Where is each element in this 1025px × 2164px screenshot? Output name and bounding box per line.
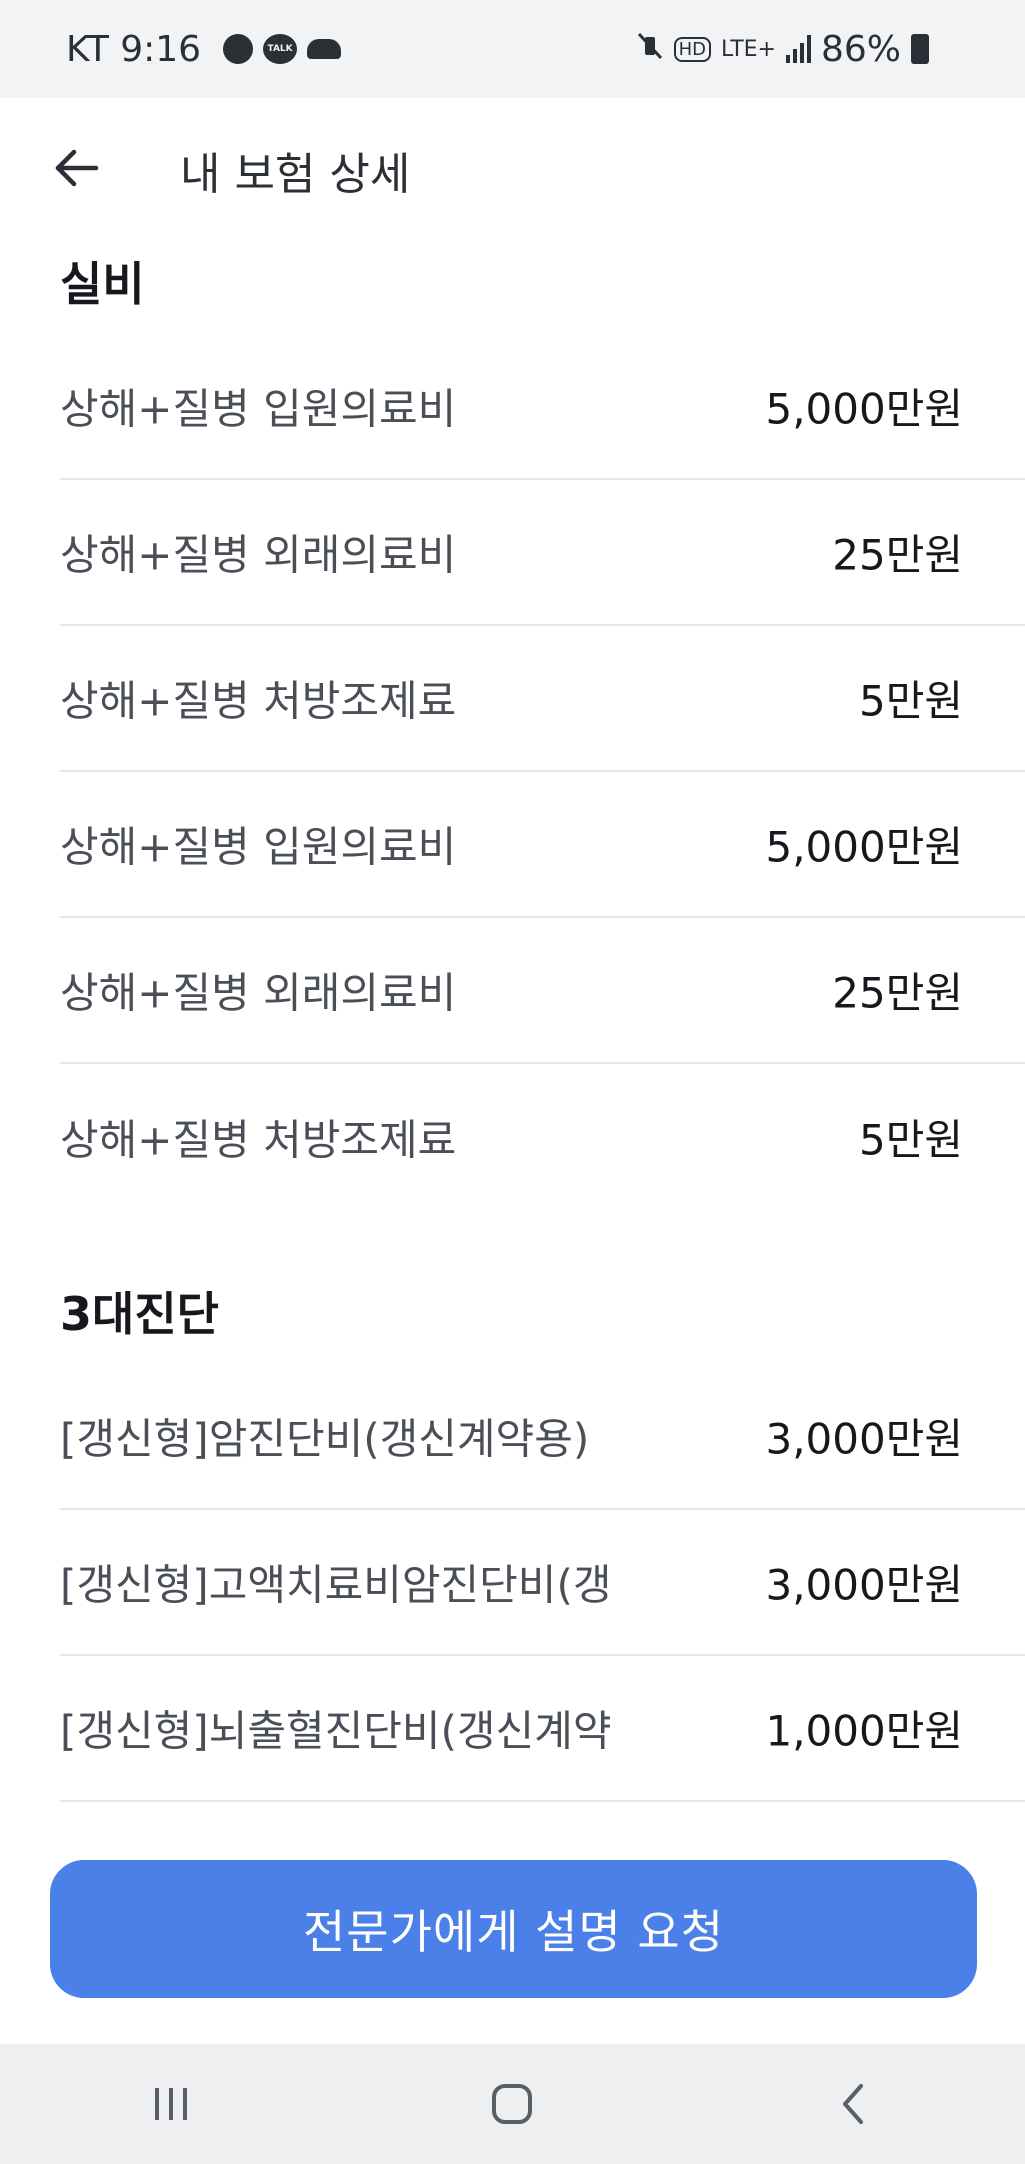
coverage-row[interactable]: 상해+질병 외래의료비 25만원: [60, 480, 1025, 626]
message-icon: [223, 34, 254, 64]
coverage-label: 상해+질병 외래의료비: [60, 968, 457, 1018]
signal-icon: [785, 35, 811, 63]
system-nav-bar: [0, 2044, 1025, 2164]
recent-apps-button[interactable]: [111, 2054, 231, 2154]
battery-icon: [911, 34, 929, 64]
battery-percent: 86%: [820, 28, 901, 70]
coverage-row[interactable]: 상해+질병 처방조제료 5만원: [60, 1064, 1025, 1210]
page-title: 내 보험 상세: [180, 149, 411, 200]
coverage-amount: 5,000만원: [765, 822, 963, 872]
lte-icon: LTE+: [720, 36, 776, 62]
coverage-label: 상해+질병 입원의료비: [60, 822, 457, 872]
kakaotalk-icon: TALK: [263, 34, 298, 64]
request-expert-explanation-button[interactable]: 전문가에게 설명 요청: [50, 1860, 977, 1998]
coverage-label: 상해+질병 외래의료비: [60, 530, 457, 580]
system-back-button[interactable]: [794, 2054, 914, 2154]
coverage-amount: 5만원: [858, 1115, 963, 1165]
hd-icon: HD: [673, 36, 711, 62]
arrow-left-icon: [55, 149, 99, 187]
home-icon: [492, 2084, 533, 2124]
coverage-row[interactable]: 상해+질병 외래의료비 25만원: [60, 918, 1025, 1064]
coverage-amount: 3,000만원: [765, 1414, 963, 1464]
coverage-label: 상해+질병 처방조제료: [60, 676, 457, 726]
coverage-amount: 25만원: [832, 530, 963, 580]
coverage-label: 상해+질병 입원의료비: [60, 384, 457, 434]
coverage-amount: 5,000만원: [765, 384, 963, 434]
coverage-row[interactable]: 상해+질병 입원의료비 5,000만원: [60, 334, 1025, 480]
coverage-amount: 1,000만원: [765, 1706, 963, 1756]
recent-apps-icon: [154, 2088, 187, 2120]
cloud-icon: [307, 39, 342, 59]
coverage-label: [갱신형]암진단비(갱신계약용): [60, 1414, 590, 1464]
coverage-row[interactable]: [갱신형]암진단비(갱신계약용) 3,000만원: [60, 1364, 1025, 1510]
coverage-label: 상해+질병 처방조제료: [60, 1115, 457, 1165]
coverage-amount: 3,000만원: [765, 1560, 963, 1610]
coverage-row[interactable]: 상해+질병 입원의료비 5,000만원: [60, 772, 1025, 918]
coverage-label: [갱신형]뇌출혈진단비(갱신계약: [60, 1706, 612, 1756]
section-title-silbi: 실비: [60, 257, 145, 311]
vibrate-mute-icon: [636, 31, 664, 68]
back-button[interactable]: [44, 136, 108, 200]
carrier-time: KT 9:16: [66, 28, 202, 70]
app-header: 내 보험 상세: [0, 98, 1025, 240]
coverage-row[interactable]: [갱신형]고액치료비암진단비(갱 3,000만원: [60, 1510, 1025, 1656]
coverage-row[interactable]: 상해+질병 처방조제료 5만원: [60, 626, 1025, 772]
home-button[interactable]: [452, 2054, 572, 2154]
coverage-amount: 5만원: [858, 676, 963, 726]
chevron-left-icon: [843, 2084, 864, 2124]
coverage-row[interactable]: [갱신형]뇌출혈진단비(갱신계약 1,000만원: [60, 1656, 1025, 1802]
coverage-amount: 25만원: [832, 968, 963, 1018]
section-title-3-diagnosis: 3대진단: [60, 1287, 219, 1341]
status-bar: KT 9:16 TALK HD LTE+ 86%: [0, 0, 1025, 98]
coverage-label: [갱신형]고액치료비암진단비(갱: [60, 1560, 612, 1610]
